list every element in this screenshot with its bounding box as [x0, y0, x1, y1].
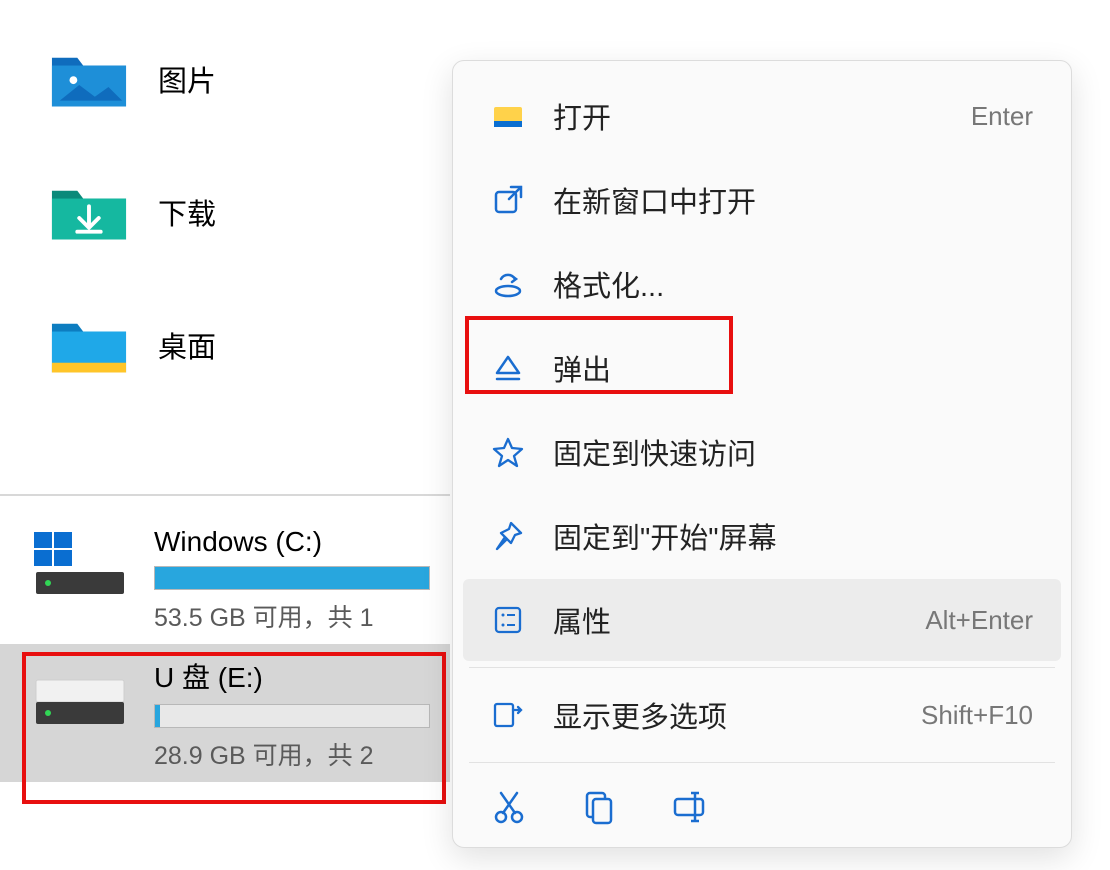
drive-info-c: Windows (C:) 53.5 GB 可用，共 1 [154, 524, 430, 634]
properties-icon [491, 603, 525, 637]
menu-properties[interactable]: 属性 Alt+Enter [463, 579, 1061, 661]
menu-pin-quick-access[interactable]: 固定到快速访问 [463, 411, 1061, 493]
drive-name-e: U 盘 (E:) [154, 656, 430, 696]
star-icon [491, 435, 525, 469]
drive-info-e: U 盘 (E:) 28.9 GB 可用，共 2 [154, 654, 430, 772]
drive-bar-c [154, 566, 430, 590]
menu-more-label: 显示更多选项 [553, 694, 893, 736]
menu-separator-2 [469, 762, 1055, 763]
menu-format-label: 格式化... [553, 263, 1033, 305]
sidebar-label-downloads: 下载 [158, 191, 216, 233]
menu-open[interactable]: 打开 Enter [463, 75, 1061, 157]
context-menu: 打开 Enter 在新窗口中打开 格式化... 弹出 固定到快速访问 固定到"开… [452, 60, 1072, 848]
external-link-icon [491, 183, 525, 217]
context-toolbar [459, 769, 1065, 835]
drive-c[interactable]: Windows (C:) 53.5 GB 可用，共 1 [0, 514, 450, 644]
rename-icon[interactable] [669, 787, 709, 827]
sidebar-folders: 图片 下载 桌面 [10, 40, 440, 439]
menu-pin-start[interactable]: 固定到"开始"屏幕 [463, 495, 1061, 577]
menu-properties-label: 属性 [553, 599, 897, 641]
more-icon [491, 698, 525, 732]
eject-icon [491, 351, 525, 385]
desktop-icon [50, 314, 128, 376]
menu-open-new-window[interactable]: 在新窗口中打开 [463, 159, 1061, 241]
pictures-icon [50, 48, 128, 110]
menu-eject[interactable]: 弹出 [463, 327, 1061, 409]
drive-free-e: 28.9 GB 可用，共 2 [154, 736, 430, 772]
sidebar-item-downloads[interactable]: 下载 [10, 173, 440, 251]
drive-e[interactable]: U 盘 (E:) 28.9 GB 可用，共 2 [0, 644, 450, 782]
menu-open-new-window-label: 在新窗口中打开 [553, 179, 1033, 221]
cut-icon[interactable] [489, 787, 529, 827]
pin-icon [491, 519, 525, 553]
menu-properties-shortcut: Alt+Enter [925, 605, 1033, 636]
menu-more-shortcut: Shift+F10 [921, 700, 1033, 731]
format-icon [491, 267, 525, 301]
menu-open-label: 打开 [553, 95, 943, 137]
menu-open-shortcut: Enter [971, 101, 1033, 132]
copy-icon[interactable] [579, 787, 619, 827]
menu-more-options[interactable]: 显示更多选项 Shift+F10 [463, 674, 1061, 756]
folder-open-icon [491, 99, 525, 133]
drive-icon-c [30, 524, 130, 598]
menu-separator [469, 667, 1055, 668]
sidebar-item-desktop[interactable]: 桌面 [10, 306, 440, 384]
drives-section: Windows (C:) 53.5 GB 可用，共 1 U 盘 (E:) 28.… [0, 494, 450, 782]
sidebar-label-desktop: 桌面 [158, 324, 216, 366]
downloads-icon [50, 181, 128, 243]
sidebar-label-pictures: 图片 [158, 58, 216, 100]
menu-format[interactable]: 格式化... [463, 243, 1061, 325]
menu-eject-label: 弹出 [553, 347, 1033, 389]
drive-bar-e [154, 704, 430, 728]
sidebar-item-pictures[interactable]: 图片 [10, 40, 440, 118]
drive-free-c: 53.5 GB 可用，共 1 [154, 598, 430, 634]
drive-name-c: Windows (C:) [154, 526, 430, 558]
drive-icon-e [30, 654, 130, 728]
menu-pin-quick-label: 固定到快速访问 [553, 431, 1033, 473]
menu-pin-start-label: 固定到"开始"屏幕 [553, 515, 1033, 557]
